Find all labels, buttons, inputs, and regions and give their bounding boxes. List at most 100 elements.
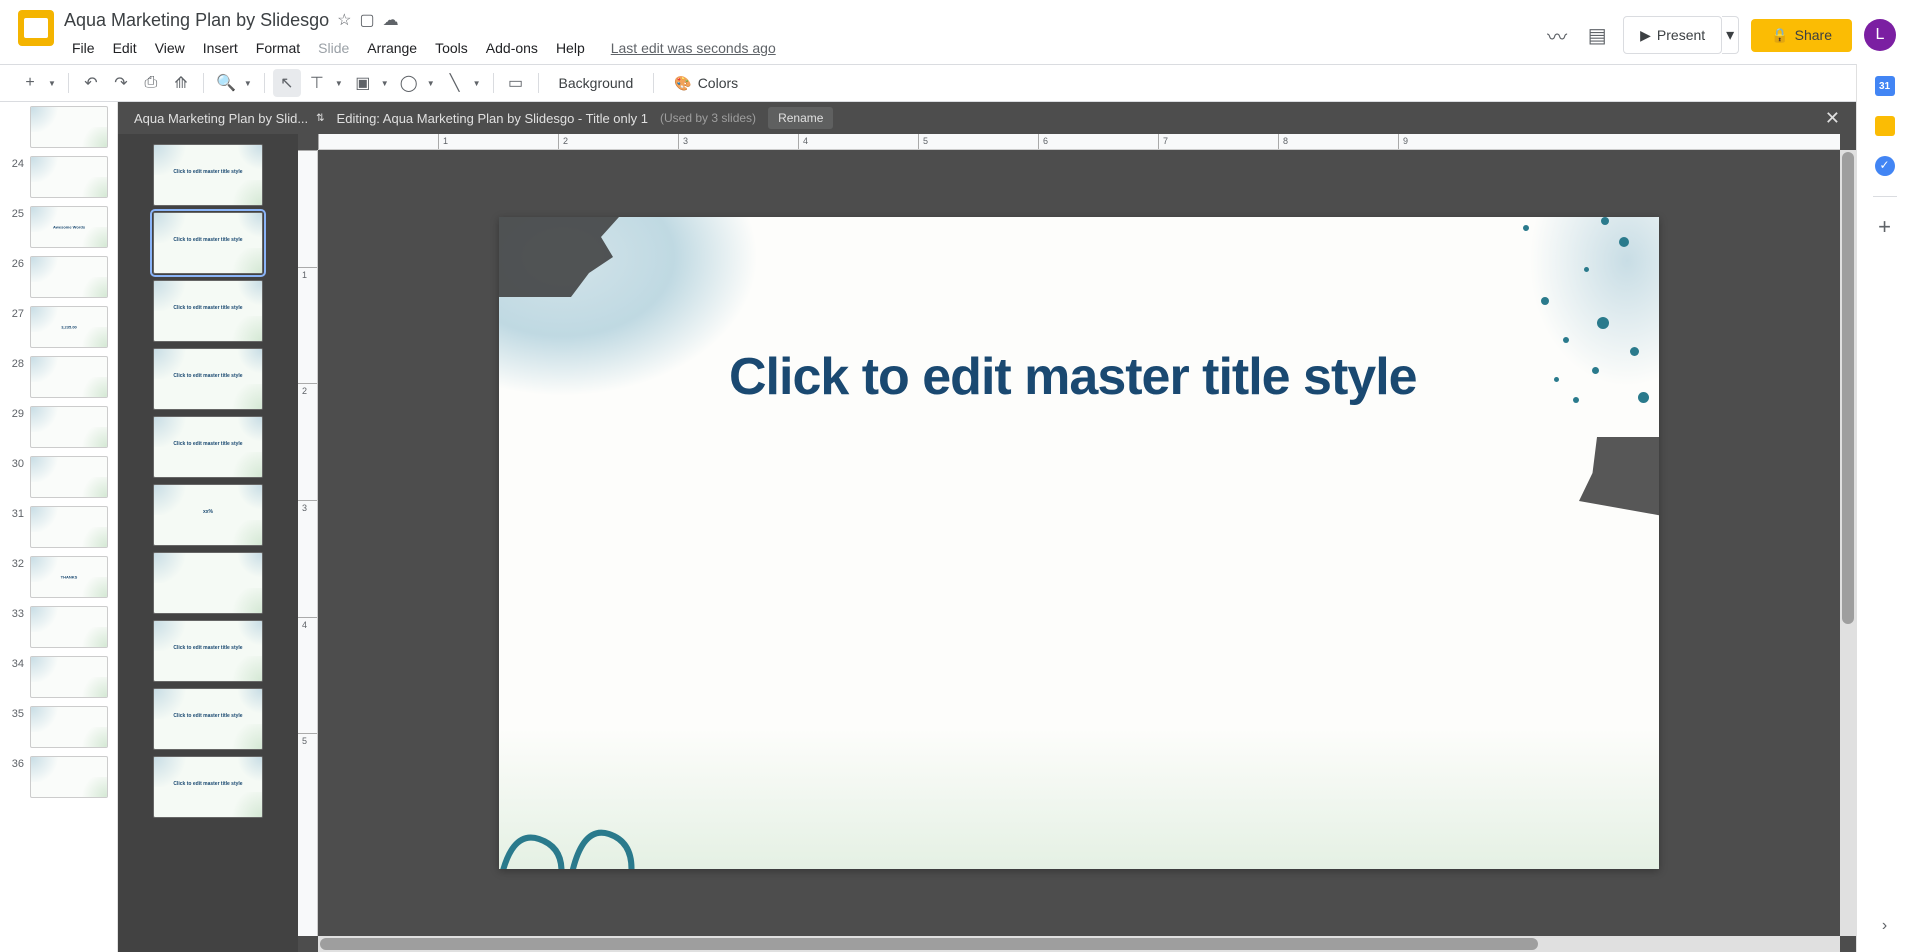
menu-file[interactable]: File [64, 36, 103, 60]
slide-thumbnail[interactable]: 32 THANKS [0, 552, 117, 602]
slide-thumbnail[interactable]: 36 [0, 752, 117, 802]
horizontal-ruler[interactable]: 123456789 [318, 134, 1840, 150]
app-logo[interactable] [16, 8, 56, 48]
colors-label: Colors [698, 75, 738, 91]
slide-thumbnail[interactable]: 29 [0, 402, 117, 452]
menu-help[interactable]: Help [548, 36, 593, 60]
slide-number: 32 [8, 556, 24, 598]
new-slide-button[interactable]: +▼ [16, 69, 60, 97]
header: Aqua Marketing Plan by Slidesgo ☆ ▢ ☁ Fi… [0, 0, 1912, 64]
layout-thumbnail[interactable]: Click to edit master title style [153, 620, 263, 682]
layout-thumbnail[interactable]: Click to edit master title style [153, 416, 263, 478]
textbox-tool[interactable]: ⊤▼ [303, 69, 347, 97]
layout-thumbnail[interactable]: Click to edit master title style [153, 688, 263, 750]
slide-thumbnail[interactable]: 31 [0, 502, 117, 552]
star-icon[interactable]: ☆ [337, 10, 351, 30]
slide-thumbnail[interactable]: 33 [0, 602, 117, 652]
cloud-icon[interactable]: ☁ [383, 10, 399, 30]
slide-thumbnail[interactable]: 35 [0, 702, 117, 752]
dropdown-arrow-icon: ⇅ [316, 113, 324, 124]
add-on-plus-icon[interactable]: + [1875, 217, 1895, 237]
layout-thumbnail[interactable]: Click to edit master title style [153, 348, 263, 410]
vertical-ruler[interactable]: 12345 [298, 150, 318, 936]
shape-tool[interactable]: ◯▼ [395, 69, 439, 97]
layout-panel[interactable]: Click to edit master title style Click t… [118, 134, 298, 952]
horizontal-scrollbar[interactable] [318, 936, 1840, 952]
menu-edit[interactable]: Edit [105, 36, 145, 60]
close-master-button[interactable]: ✕ [1825, 108, 1840, 129]
share-button[interactable]: 🔒 Share [1751, 19, 1852, 52]
header-main: Aqua Marketing Plan by Slidesgo ☆ ▢ ☁ Fi… [64, 8, 1543, 62]
menu-tools[interactable]: Tools [427, 36, 476, 60]
collapse-sidepanel-icon[interactable]: › [1875, 916, 1895, 936]
present-button[interactable]: ▶ Present [1623, 16, 1722, 54]
layout-thumbnail[interactable]: xx% [153, 484, 263, 546]
slide-preview [30, 656, 108, 698]
menu-format[interactable]: Format [248, 36, 308, 60]
doc-title[interactable]: Aqua Marketing Plan by Slidesgo [64, 10, 329, 31]
rename-button[interactable]: Rename [768, 107, 833, 129]
slide-preview [30, 256, 108, 298]
menu-view[interactable]: View [147, 36, 193, 60]
slide-filmstrip[interactable]: 24 25 Awesome Words 26 27 3,235.00 28 29… [0, 102, 118, 952]
zoom-button[interactable]: 🔍▼ [212, 69, 256, 97]
slide-preview [30, 456, 108, 498]
slide-thumbnail[interactable]: 26 [0, 252, 117, 302]
layout-thumbnail[interactable]: Click to edit master title style [153, 280, 263, 342]
master-title-placeholder[interactable]: Click to edit master title style [729, 347, 1417, 407]
separator [203, 73, 204, 93]
colors-button[interactable]: 🎨 Colors [662, 71, 750, 96]
slide-preview [30, 156, 108, 198]
layout-thumbnail[interactable]: Click to edit master title style [153, 212, 263, 274]
slide-preview: Awesome Words [30, 206, 108, 248]
slide-preview [30, 706, 108, 748]
last-edit-link[interactable]: Last edit was seconds ago [611, 40, 776, 56]
calendar-icon[interactable]: 31 [1875, 76, 1895, 96]
slide-thumbnail[interactable]: 30 [0, 452, 117, 502]
activity-icon[interactable]: 〰 [1543, 21, 1571, 49]
move-icon[interactable]: ▢ [360, 10, 375, 30]
canvas-scroll[interactable]: Click to edit master title style [318, 150, 1840, 936]
menu-addons[interactable]: Add-ons [478, 36, 546, 60]
menu-arrange[interactable]: Arrange [359, 36, 425, 60]
editing-label: Editing: Aqua Marketing Plan by Slidesgo… [337, 111, 648, 126]
editor-area: 24 25 Awesome Words 26 27 3,235.00 28 29… [0, 102, 1856, 952]
keep-icon[interactable] [1875, 116, 1895, 136]
slide-preview: THANKS [30, 556, 108, 598]
slide-thumbnail[interactable]: 34 [0, 652, 117, 702]
layout-thumbnail[interactable]: Click to edit master title style [153, 756, 263, 818]
slide-number: 35 [8, 706, 24, 748]
slide-thumbnail[interactable]: 25 Awesome Words [0, 202, 117, 252]
redo-button[interactable]: ↷ [107, 69, 135, 97]
slide-canvas[interactable]: Click to edit master title style [499, 217, 1659, 869]
menu-insert[interactable]: Insert [195, 36, 246, 60]
image-tool[interactable]: ▣▼ [349, 69, 393, 97]
select-tool[interactable]: ↖ [273, 69, 301, 97]
slide-thumbnail[interactable]: 24 [0, 152, 117, 202]
used-by-label: (Used by 3 slides) [660, 111, 756, 125]
menu-slide[interactable]: Slide [310, 36, 357, 60]
lock-icon: 🔒 [1771, 27, 1788, 44]
slide-number: 27 [8, 306, 24, 348]
slide-thumbnail[interactable]: 28 [0, 352, 117, 402]
layout-thumbnail[interactable] [153, 552, 263, 614]
comment-button[interactable]: ▭ [502, 69, 530, 97]
layout-thumbnail[interactable]: Click to edit master title style [153, 144, 263, 206]
vertical-scrollbar[interactable] [1840, 150, 1856, 936]
separator [538, 73, 539, 93]
paint-format-button[interactable]: ⟰ [167, 69, 195, 97]
line-tool[interactable]: ╲▼ [441, 69, 485, 97]
slide-thumbnail[interactable]: 27 3,235.00 [0, 302, 117, 352]
slide-number: 36 [8, 756, 24, 798]
background-button[interactable]: Background [547, 71, 646, 95]
comments-icon[interactable]: ▤ [1583, 21, 1611, 49]
print-button[interactable]: ⎙ [137, 69, 165, 97]
master-dropdown[interactable]: Aqua Marketing Plan by Slid... ⇅ [134, 111, 325, 126]
slide-preview [30, 606, 108, 648]
account-avatar[interactable]: L [1864, 19, 1896, 51]
slide-thumbnail[interactable] [0, 102, 117, 152]
present-dropdown[interactable]: ▾ [1722, 16, 1739, 54]
tasks-icon[interactable] [1875, 156, 1895, 176]
slide-preview [30, 756, 108, 798]
undo-button[interactable]: ↶ [77, 69, 105, 97]
